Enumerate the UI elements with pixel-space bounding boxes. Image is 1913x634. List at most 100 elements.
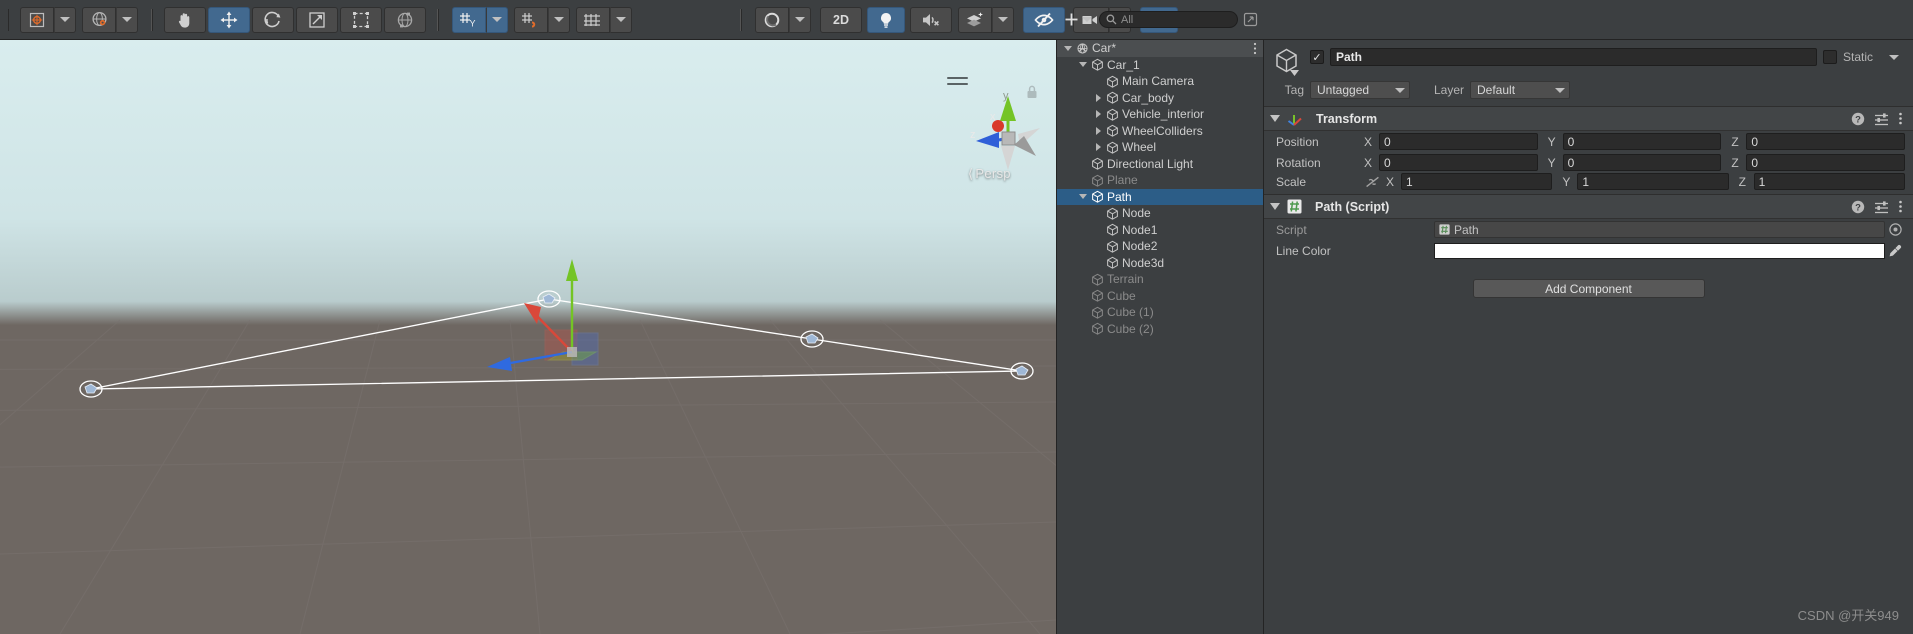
position-z-input[interactable]: 0 bbox=[1746, 133, 1906, 150]
expand-triangle-right-icon[interactable] bbox=[1093, 143, 1103, 152]
help-icon[interactable]: ? bbox=[1851, 112, 1865, 126]
hierarchy-item-car-1[interactable]: Car_1 bbox=[1057, 57, 1263, 74]
rotate-icon bbox=[263, 10, 283, 30]
transform-component-header[interactable]: Transform ? bbox=[1264, 107, 1913, 131]
hierarchy-item-node[interactable]: Node bbox=[1057, 205, 1263, 222]
audio-toggle-button[interactable] bbox=[910, 6, 952, 33]
hierarchy-context-menu-icon[interactable] bbox=[1253, 42, 1257, 55]
vertex-snap-button[interactable] bbox=[514, 6, 548, 33]
create-object-button[interactable] bbox=[1062, 12, 1094, 27]
expand-triangle-down-icon[interactable] bbox=[1063, 45, 1073, 51]
static-checkbox[interactable] bbox=[1822, 50, 1837, 64]
rotation-z-input[interactable]: 0 bbox=[1746, 154, 1906, 171]
fx-dropdown-button[interactable] bbox=[992, 6, 1014, 33]
lighting-toggle-button[interactable] bbox=[867, 6, 905, 33]
scene-orientation-gizmo[interactable]: y x z bbox=[962, 88, 1054, 174]
grid-visibility-button[interactable] bbox=[576, 6, 610, 33]
hierarchy-item-node3d[interactable]: Node3d bbox=[1057, 255, 1263, 272]
hierarchy-item-label: Car* bbox=[1092, 41, 1117, 56]
object-name-input[interactable]: Path bbox=[1330, 48, 1817, 66]
object-picker-icon[interactable] bbox=[1885, 223, 1905, 236]
static-dropdown-icon[interactable] bbox=[1889, 54, 1899, 60]
hierarchy-item-car-body[interactable]: Car_body bbox=[1057, 90, 1263, 107]
hierarchy-item-wheel[interactable]: Wheel bbox=[1057, 139, 1263, 156]
scene-view[interactable]: y x z ⟨ Persp bbox=[0, 40, 1056, 634]
projection-label[interactable]: ⟨ Persp bbox=[968, 166, 1011, 182]
toggle-2d-button[interactable]: 2D bbox=[820, 6, 862, 33]
hierarchy-item-plane[interactable]: Plane bbox=[1057, 172, 1263, 189]
tag-value: Untagged bbox=[1317, 83, 1370, 97]
scale-z-input[interactable]: 1 bbox=[1753, 173, 1905, 190]
handle-space-toggle-button[interactable] bbox=[82, 6, 116, 33]
script-object-field[interactable]: Path bbox=[1434, 221, 1885, 238]
axis-label-x: X bbox=[1364, 134, 1373, 149]
gameobject-icon bbox=[1272, 46, 1302, 76]
grid-snap-button[interactable]: Y bbox=[452, 6, 486, 33]
tag-dropdown[interactable]: Untagged bbox=[1310, 81, 1410, 99]
rotate-tool-button[interactable] bbox=[252, 6, 294, 33]
help-icon[interactable]: ? bbox=[1851, 200, 1865, 214]
hierarchy-item-cube-2[interactable]: Cube (2) bbox=[1057, 321, 1263, 338]
gameobject-icon bbox=[1091, 174, 1104, 187]
hierarchy-item-label: Car_body bbox=[1122, 90, 1175, 105]
position-y-input[interactable]: 0 bbox=[1562, 133, 1722, 150]
scene-gizmo-menu-icon[interactable] bbox=[947, 77, 968, 89]
hierarchy-item-cube-1[interactable]: Cube (1) bbox=[1057, 304, 1263, 321]
position-x-input[interactable]: 0 bbox=[1379, 133, 1538, 150]
foldout-triangle-icon[interactable] bbox=[1270, 114, 1280, 123]
hierarchy-item-main-camera[interactable]: Main Camera bbox=[1057, 73, 1263, 90]
move-gizmo[interactable] bbox=[487, 259, 599, 371]
layer-dropdown[interactable]: Default bbox=[1470, 81, 1570, 99]
expand-triangle-down-icon[interactable] bbox=[1078, 62, 1088, 68]
fx-toggle-button[interactable] bbox=[958, 6, 992, 33]
scale-y-input[interactable]: 1 bbox=[1577, 173, 1729, 190]
hierarchy-item-cube[interactable]: Cube bbox=[1057, 288, 1263, 305]
hierarchy-item-terrain[interactable]: Terrain bbox=[1057, 271, 1263, 288]
eyedropper-icon[interactable] bbox=[1885, 244, 1905, 258]
hierarchy-item-directional-light[interactable]: Directional Light bbox=[1057, 156, 1263, 173]
pivot-dropdown-button[interactable] bbox=[54, 6, 76, 33]
scene-viewport[interactable] bbox=[0, 40, 1056, 634]
hierarchy-item-vehicle-interior[interactable]: Vehicle_interior bbox=[1057, 106, 1263, 123]
preset-icon[interactable] bbox=[1874, 112, 1889, 126]
rotation-x-input[interactable]: 0 bbox=[1379, 154, 1538, 171]
vertex-snap-dropdown-button[interactable] bbox=[548, 6, 570, 33]
rotation-y-input[interactable]: 0 bbox=[1562, 154, 1722, 171]
preset-icon[interactable] bbox=[1874, 200, 1889, 214]
shading-mode-button[interactable] bbox=[755, 6, 789, 33]
hierarchy-item-node2[interactable]: Node2 bbox=[1057, 238, 1263, 255]
hierarchy-search-expand-button[interactable] bbox=[1243, 12, 1258, 27]
transform-tool-button[interactable] bbox=[384, 6, 426, 33]
handle-space-dropdown-button[interactable] bbox=[116, 6, 138, 33]
object-enabled-checkbox[interactable]: ✓ bbox=[1310, 50, 1324, 64]
hierarchy-item-wheelcolliders[interactable]: WheelColliders bbox=[1057, 123, 1263, 140]
hierarchy-search-input[interactable]: All bbox=[1099, 11, 1238, 28]
grid-snap-dropdown-button[interactable] bbox=[486, 6, 508, 33]
foldout-triangle-icon[interactable] bbox=[1270, 202, 1280, 211]
pivot-toggle-button[interactable] bbox=[20, 6, 54, 33]
scale-tool-button[interactable] bbox=[296, 6, 338, 33]
scale-x-input[interactable]: 1 bbox=[1401, 173, 1553, 190]
inspector-panel: ✓ Path Static Tag Untagged Layer Default bbox=[1264, 40, 1913, 634]
add-component-button[interactable]: Add Component bbox=[1472, 279, 1705, 298]
hierarchy-item-node1[interactable]: Node1 bbox=[1057, 222, 1263, 239]
hierarchy-tree[interactable]: Car* Car_1 Main Camera Car_body Vehicle_inte… bbox=[1057, 40, 1263, 634]
scene-gizmo-lock-icon[interactable] bbox=[1025, 84, 1039, 100]
shading-mode-dropdown-button[interactable] bbox=[789, 6, 811, 33]
expand-triangle-down-icon[interactable] bbox=[1078, 194, 1088, 200]
hierarchy-item-car[interactable]: Car* bbox=[1057, 40, 1263, 57]
hand-tool-button[interactable] bbox=[164, 6, 206, 33]
expand-triangle-right-icon[interactable] bbox=[1093, 93, 1103, 102]
chevron-down-icon[interactable] bbox=[1290, 70, 1299, 77]
expand-triangle-right-icon[interactable] bbox=[1093, 110, 1103, 119]
kebab-menu-icon[interactable] bbox=[1898, 199, 1903, 214]
path-script-component-header[interactable]: Path (Script) ? bbox=[1264, 195, 1913, 219]
line-color-swatch[interactable] bbox=[1434, 242, 1885, 259]
hierarchy-item-path[interactable]: Path bbox=[1057, 188, 1263, 205]
rect-transform-tool-button[interactable] bbox=[340, 6, 382, 33]
expand-triangle-right-icon[interactable] bbox=[1093, 126, 1103, 135]
grid-visibility-dropdown-button[interactable] bbox=[610, 6, 632, 33]
constrain-proportions-off-icon[interactable] bbox=[1364, 175, 1386, 189]
kebab-menu-icon[interactable] bbox=[1898, 111, 1903, 126]
move-tool-button[interactable] bbox=[208, 6, 250, 33]
